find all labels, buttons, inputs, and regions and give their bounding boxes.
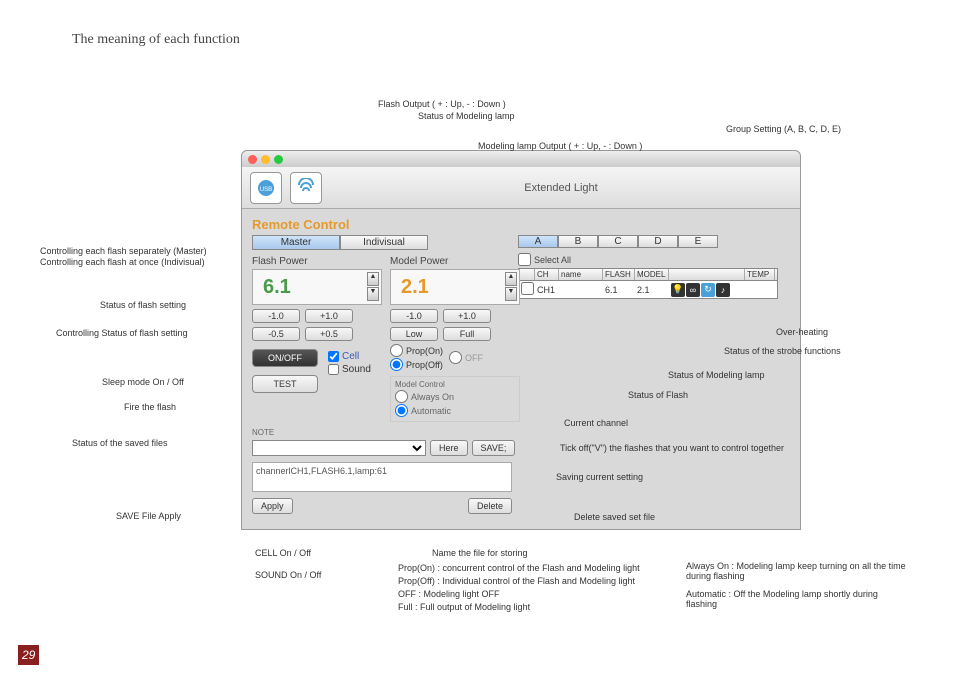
model-control-box: Model Control Always On Automatic [390,376,520,422]
app-window: USB Extended Light Remote Control Master… [241,150,801,530]
list-header: CHnameFLASHMODELTEMP [518,268,778,281]
callout: Controlling Status of flash setting [56,328,188,338]
remote-control-title: Remote Control [252,217,790,232]
group-d[interactable]: D [638,235,678,248]
onoff-button[interactable]: ON/OFF [252,349,318,367]
model-up[interactable]: ▲ [505,272,517,286]
flash-plus-05[interactable]: +0.5 [305,327,353,341]
off-radio[interactable]: OFF [449,344,483,371]
model-power-display: 2.1 ▲▼ [390,269,520,305]
group-b[interactable]: B [558,235,598,248]
callout: OFF : Modeling light OFF [398,589,500,599]
titlebar [242,151,800,167]
page-title: The meaning of each function [72,32,240,48]
callout: SAVE File Apply [116,511,181,521]
usb-button[interactable]: USB [250,172,282,204]
callout: Fire the flash [124,402,176,412]
zoom-icon[interactable] [274,155,283,164]
test-button[interactable]: TEST [252,375,318,393]
group-tabs: A B C D E [518,235,718,248]
flash-power-display: 6.1 ▲▼ [252,269,382,305]
prop-on-radio[interactable]: Prop(On) [390,344,443,357]
callout: Sleep mode On / Off [102,377,184,387]
group-c[interactable]: C [598,235,638,248]
model-full[interactable]: Full [443,327,491,341]
model-down[interactable]: ▼ [505,287,517,301]
callout: Automatic : Off the Modeling lamp shortl… [686,589,906,609]
callout: Modeling lamp Output ( + : Up, - : Down … [478,141,642,151]
window-title: Extended Light [330,182,792,194]
callout: Flash Output ( + : Up, - : Down ) [378,99,506,109]
flash-plus-1[interactable]: +1.0 [305,309,353,323]
callout: SOUND On / Off [255,570,321,580]
model-low[interactable]: Low [390,327,438,341]
callout: Controlling each flash separately (Maste… [40,246,207,256]
callout: Status of the saved files [72,438,168,448]
flash-up[interactable]: ▲ [367,272,379,286]
callout: Status of Flash [628,390,688,400]
callout: Status of Modeling lamp [418,111,515,121]
list-row[interactable]: CH1 6.1 2.1 💡 ∞ ↻ ♪ [518,281,778,299]
row-checkbox[interactable] [521,282,534,295]
sound-checkbox[interactable]: Sound [328,364,371,375]
model-plus-1[interactable]: +1.0 [443,309,491,323]
callout: Delete saved set file [574,512,655,522]
close-icon[interactable] [248,155,257,164]
callout: Prop(Off) : Individual control of the Fl… [398,576,635,586]
model-power-label: Model Power [390,256,520,267]
minimize-icon[interactable] [261,155,270,164]
tab-individual[interactable]: Indivisual [340,235,428,250]
music-icon: ♪ [716,283,730,297]
automatic-radio[interactable]: Automatic [395,404,515,417]
bulb-icon: 💡 [671,283,685,297]
callout: Status of the strobe functions [724,346,841,356]
callout: Controlling each flash at once (Indivisu… [40,257,205,267]
toolbar: USB Extended Light [242,167,800,209]
note-textarea[interactable]: channerlCH1,FLASH6.1,lamp:61 [252,462,512,492]
tab-master[interactable]: Master [252,235,340,250]
apply-button[interactable]: Apply [252,498,293,514]
callout: CELL On / Off [255,548,311,558]
flash-down[interactable]: ▼ [367,287,379,301]
save-as-button[interactable]: SAVE; [472,440,516,456]
callout: Over-heating [776,327,828,337]
callout: Tick off("V") the flashes that you want … [560,443,784,453]
group-e[interactable]: E [678,235,718,248]
link-icon: ∞ [686,283,700,297]
note-select[interactable] [252,440,426,456]
model-value: 2.1 [401,276,429,299]
callout: Status of Modeling lamp [668,370,765,380]
callout: Full : Full output of Modeling light [398,602,530,612]
callout: Prop(On) : concurrent control of the Fla… [398,563,640,573]
flash-minus-05[interactable]: -0.5 [252,327,300,341]
prop-off-radio[interactable]: Prop(Off) [390,358,443,371]
group-a[interactable]: A [518,235,558,248]
delete-button[interactable]: Delete [468,498,512,514]
always-on-radio[interactable]: Always On [395,390,515,403]
svg-text:USB: USB [260,187,272,193]
refresh-icon: ↻ [701,283,715,297]
callout: Current channel [564,418,628,428]
callout: Always On : Modeling lamp keep turning o… [686,561,906,581]
page-number: 29 [18,645,39,665]
flash-power-label: Flash Power [252,256,382,267]
select-all[interactable]: Select All [518,253,778,266]
model-minus-1[interactable]: -1.0 [390,309,438,323]
here-button[interactable]: Here [430,440,468,456]
flash-value: 6.1 [263,276,291,299]
note-section: NOTE Here SAVE; channerlCH1,FLASH6.1,lam… [252,428,790,514]
callout: Saving current setting [556,472,643,482]
flash-minus-1[interactable]: -1.0 [252,309,300,323]
device-list: Select All CHnameFLASHMODELTEMP CH1 6.1 … [518,253,778,299]
callout: Group Setting (A, B, C, D, E) [726,124,841,134]
scan-button[interactable] [290,172,322,204]
callout: Status of flash setting [100,300,186,310]
cell-checkbox[interactable]: Cell [328,351,371,362]
callout: Name the file for storing [432,548,528,558]
